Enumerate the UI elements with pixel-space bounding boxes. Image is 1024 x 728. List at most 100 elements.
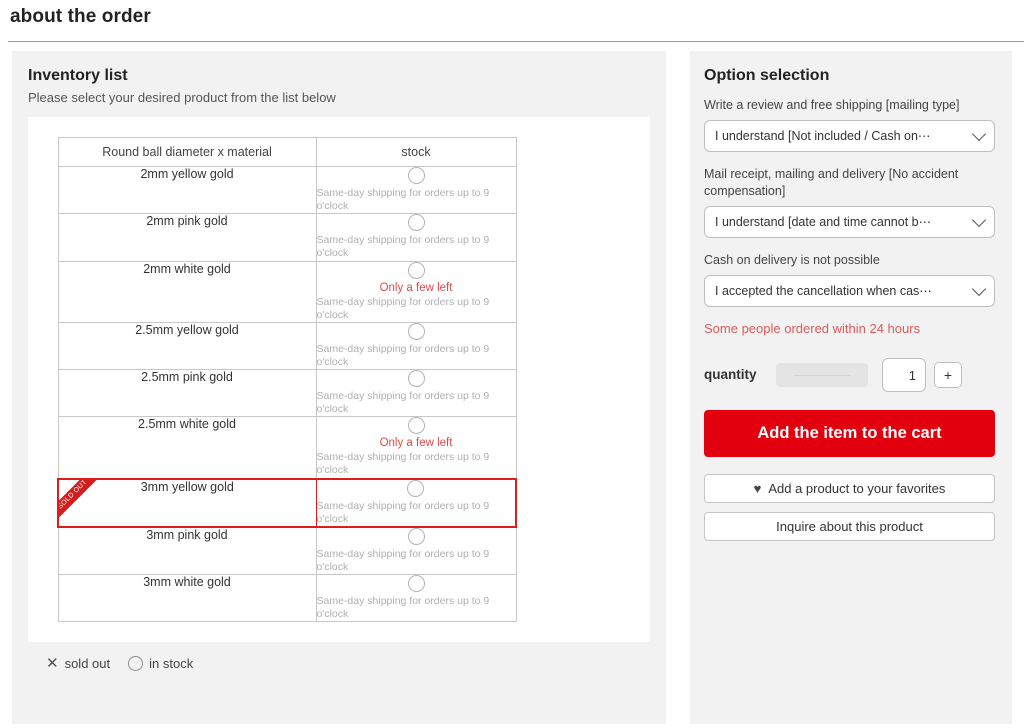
product-name: 2mm yellow gold [140,167,234,181]
stock-cell: Only a few left Same-day shipping for ord… [315,416,517,479]
stock-cell: Same-day shipping for orders up to 9 o'c… [315,213,517,262]
chevron-down-icon [971,212,987,227]
x-icon: ✕ [46,655,59,673]
table-row[interactable]: 3mm white gold Same-day shipping for orde… [57,573,517,623]
shipping-note: Same-day shipping for orders up to 9 o'c… [316,187,490,213]
circle-icon [407,417,425,435]
legend-in-stock: in stock [128,656,194,672]
stock-cell: Same-day shipping for orders up to 9 o'c… [315,165,517,215]
shipping-note: Same-day shipping for orders up to 9 o'c… [316,595,490,621]
shipping-note: Same-day shipping for orders up to 9 o'c… [316,451,490,477]
option-select-2[interactable]: I understand [date and time cannot b⋯ [704,205,995,238]
product-name: 3mm white gold [143,575,231,589]
table-header-row: Round ball diameter x material stock [57,137,517,167]
legend-sold-out: ✕ sold out [46,656,110,671]
product-name-cell: 2.5mm yellow gold [57,321,317,371]
circle-icon [128,656,144,672]
quantity-decrement-button [776,362,868,387]
shipping-note: Same-day shipping for orders up to 9 o'c… [316,295,490,321]
stock-cell: Same-day shipping for orders up to 9 o'c… [315,477,517,528]
option-select-2-value: I understand [date and time cannot b⋯ [715,215,932,230]
product-name-cell: 2.5mm white gold [57,416,317,479]
circle-icon [407,370,425,387]
column-header-stock: stock [315,137,517,167]
shipping-note: Same-day shipping for orders up to 9 o'c… [316,390,490,416]
chevron-down-icon [971,126,987,141]
table-row[interactable]: 2mm pink gold Same-day shipping for order… [57,213,517,262]
few-left-label: Only a few left [379,437,453,450]
product-name-cell: 3mm pink gold [57,526,317,575]
circle-icon [407,214,425,232]
inventory-heading: Inventory list [28,67,128,84]
table-row[interactable]: 2.5mm yellow gold Same-day shipping for o… [57,321,517,371]
option-select-3-value: I accepted the cancellation when cas⋯ [715,284,932,298]
quantity-stepper: quantity 1 + [704,357,1000,392]
table-row[interactable]: SOLD OUT 3mm yellow gold Same-day shipping… [57,477,517,528]
legend-sold-out-label: sold out [64,656,111,672]
option-label-3: Cash on delivery is not possible [704,252,880,267]
inventory-panel: Inventory list Please select your desire… [12,51,666,724]
add-to-favorites-button[interactable]: ♥ Add a product to your favorites [704,473,995,503]
product-name-cell: 2mm pink gold [57,213,317,262]
quantity-label: quantity [704,367,757,382]
stock-cell: Only a few left Same-day shipping for ord… [315,260,517,323]
product-name-cell: SOLD OUT 3mm yellow gold [57,477,317,528]
heart-icon: ♥ [753,480,762,496]
inventory-table: Round ball diameter x material stock 2mm… [57,137,517,623]
product-name: 2.5mm yellow gold [135,322,239,337]
circle-icon [407,479,425,497]
circle-icon [407,527,425,545]
quantity-increment-button[interactable]: + [934,361,962,388]
quantity-input[interactable]: 1 [882,357,926,392]
chevron-down-icon [971,281,987,296]
product-name-cell: 2.5mm pink gold [57,368,317,418]
table-row[interactable]: 2mm white gold Only a few left Same-day sh… [57,260,517,323]
product-name: 2mm pink gold [146,214,228,229]
table-row[interactable]: 2mm yellow gold Same-day shipping for ord… [57,165,517,215]
product-name: 3mm pink gold [146,527,228,542]
main-columns: Inventory list Please select your desire… [0,42,1024,724]
shipping-note: Same-day shipping for orders up to 9 o'c… [316,547,490,573]
product-name-cell: 3mm white gold [57,573,317,623]
product-name: 2.5mm white gold [138,417,236,432]
option-select-1[interactable]: I understand [Not included / Cash on⋯ [704,119,995,152]
product-name: 3mm yellow gold [140,479,234,494]
urgency-alert: Some people ordered within 24 hours [704,320,921,336]
add-to-favorites-label: Add a product to your favorites [768,480,946,496]
table-row[interactable]: 2.5mm white gold Only a few left Same-day … [57,416,517,479]
stock-legend: ✕ sold out in stock [46,656,652,672]
stock-cell: Same-day shipping for orders up to 9 o'c… [315,573,517,623]
sold-out-ribbon: SOLD OUT [59,479,105,526]
inventory-table-body: 2mm yellow gold Same-day shipping for ord… [57,165,517,623]
shipping-note: Same-day shipping for orders up to 9 o'c… [316,342,490,368]
option-label-2: Mail receipt, mailing and delivery [No a… [704,166,959,198]
circle-icon [407,575,425,592]
shipping-note: Same-day shipping for orders up to 9 o'c… [316,234,490,260]
inquire-label: Inquire about this product [776,518,923,534]
circle-icon [407,261,425,279]
stock-cell: Same-day shipping for orders up to 9 o'c… [315,321,517,371]
option-selection-panel: Option selection Write a review and free… [690,51,1012,724]
product-name: 2.5mm pink gold [141,370,233,384]
product-name-cell: 2mm yellow gold [57,165,317,215]
add-to-cart-button[interactable]: Add the item to the cart [704,409,995,457]
legend-in-stock-label: in stock [149,656,194,672]
circle-icon [407,167,425,184]
stock-cell: Same-day shipping for orders up to 9 o'c… [315,526,517,575]
inventory-subheading: Please select your desired product from … [28,90,336,105]
few-left-label: Only a few left [379,281,453,294]
option-select-3[interactable]: I accepted the cancellation when cas⋯ [704,274,995,307]
page-title: about the order [10,6,151,27]
table-row[interactable]: 2.5mm pink gold Same-day shipping for ord… [57,368,517,418]
inquire-button[interactable]: Inquire about this product [704,511,995,541]
column-header-name: Round ball diameter x material [57,137,317,167]
stock-cell: Same-day shipping for orders up to 9 o'c… [315,368,517,418]
sold-out-ribbon-label: SOLD OUT [59,479,103,525]
shipping-note: Same-day shipping for orders up to 9 o'c… [316,499,490,525]
option-label-1: Write a review and free shipping [mailin… [704,98,960,112]
page-header: about the order [0,0,1024,36]
table-row[interactable]: 3mm pink gold Same-day shipping for order… [57,526,517,575]
product-name: 2mm white gold [143,261,231,276]
option-select-1-value: I understand [Not included / Cash on⋯ [715,129,931,144]
circle-icon [407,322,425,340]
